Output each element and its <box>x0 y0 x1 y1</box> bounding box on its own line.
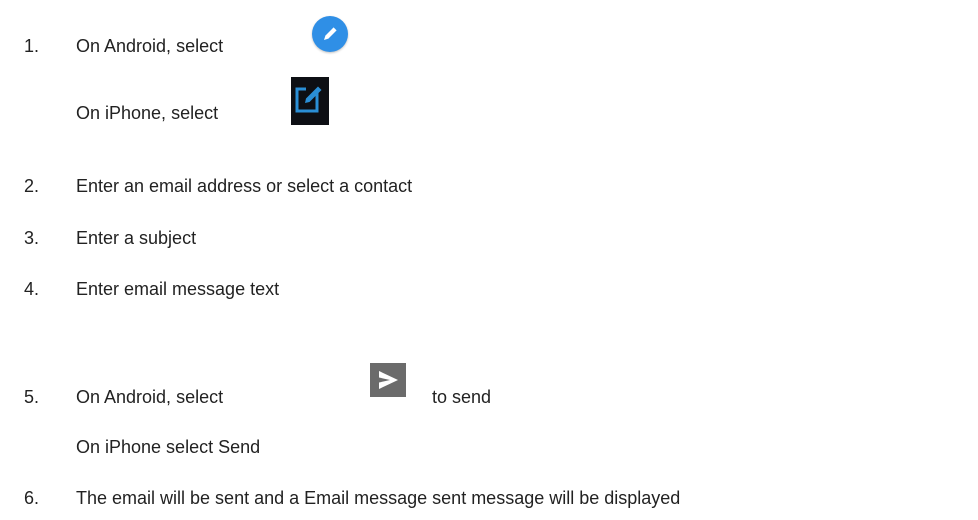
step-number: 5. <box>24 387 40 407</box>
pencil-circle-icon <box>312 16 348 52</box>
step-text: On Android, select <box>76 387 224 407</box>
step-number: 2. <box>24 176 40 196</box>
step-text: Enter an email address or select a conta… <box>76 176 413 196</box>
step-text: Enter a subject <box>76 228 197 248</box>
step-text: On iPhone, select <box>76 103 219 123</box>
step-number: 3. <box>24 228 40 248</box>
step-number: 1. <box>24 36 40 56</box>
step-text-suffix: to send <box>432 387 492 407</box>
step-number: 6. <box>24 488 40 508</box>
step-text: Enter email message text <box>76 279 280 299</box>
send-arrow-icon <box>370 363 406 397</box>
edit-square-icon <box>291 77 329 125</box>
step-text: On iPhone select Send <box>76 437 261 457</box>
step-number: 4. <box>24 279 40 299</box>
step-text: The email will be sent and a Email messa… <box>76 488 681 508</box>
step-text: On Android, select <box>76 36 224 56</box>
